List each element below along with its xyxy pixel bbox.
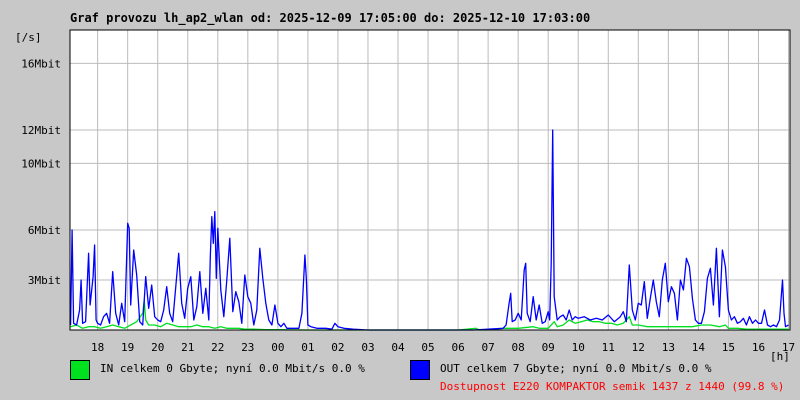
- x-tick-label: 15: [722, 341, 735, 354]
- x-tick-label: 20: [151, 341, 164, 354]
- x-tick-label: 19: [121, 341, 134, 354]
- x-tick-label: 21: [181, 341, 194, 354]
- legend-in-swatch: [70, 360, 90, 380]
- legend-out-swatch: [410, 360, 430, 380]
- x-tick-label: 17: [782, 341, 795, 354]
- x-tick-label: 01: [301, 341, 314, 354]
- availability-note: Dostupnost E220 KOMPAKTOR semik 1437 z 1…: [440, 380, 785, 393]
- x-tick-label: 13: [662, 341, 675, 354]
- x-tick-label: 14: [692, 341, 706, 354]
- legend-in-label: IN celkem 0 Gbyte; nyní 0.0 Mbit/s 0.0 %: [100, 362, 365, 375]
- y-tick-label: 12Mbit: [21, 124, 61, 137]
- x-tick-label: 08: [512, 341, 525, 354]
- traffic-chart: 18 19 20 21 22 23 00 01 02 03 04 05 06 07 08 09 10 11 12 13…: [21, 29, 795, 354]
- y-tick-label: 6Mbit: [28, 224, 61, 237]
- x-tick-label: 06: [451, 341, 464, 354]
- x-tick-label: 03: [361, 341, 374, 354]
- x-tick-label: 04: [391, 341, 405, 354]
- x-tick-label: 12: [632, 341, 645, 354]
- x-tick-label: 18: [91, 341, 104, 354]
- x-tick-label: 23: [241, 341, 254, 354]
- x-tick-label: 16: [752, 341, 765, 354]
- y-tick-label: 10Mbit: [21, 157, 61, 170]
- x-tick-label: 22: [211, 341, 224, 354]
- legend-out-label: OUT celkem 7 Gbyte; nyní 0.0 Mbit/s 0.0 …: [440, 362, 712, 375]
- x-tick-label: 11: [602, 341, 615, 354]
- x-tick-label: 00: [271, 341, 284, 354]
- x-tick-label: 05: [421, 341, 434, 354]
- y-tick-label: 16Mbit: [21, 57, 61, 70]
- x-tick-label: 09: [542, 341, 555, 354]
- y-tick-label: 3Mbit: [28, 274, 61, 287]
- x-tick-label: 10: [572, 341, 585, 354]
- x-tick-label: 07: [481, 341, 494, 354]
- x-tick-label: 02: [331, 341, 344, 354]
